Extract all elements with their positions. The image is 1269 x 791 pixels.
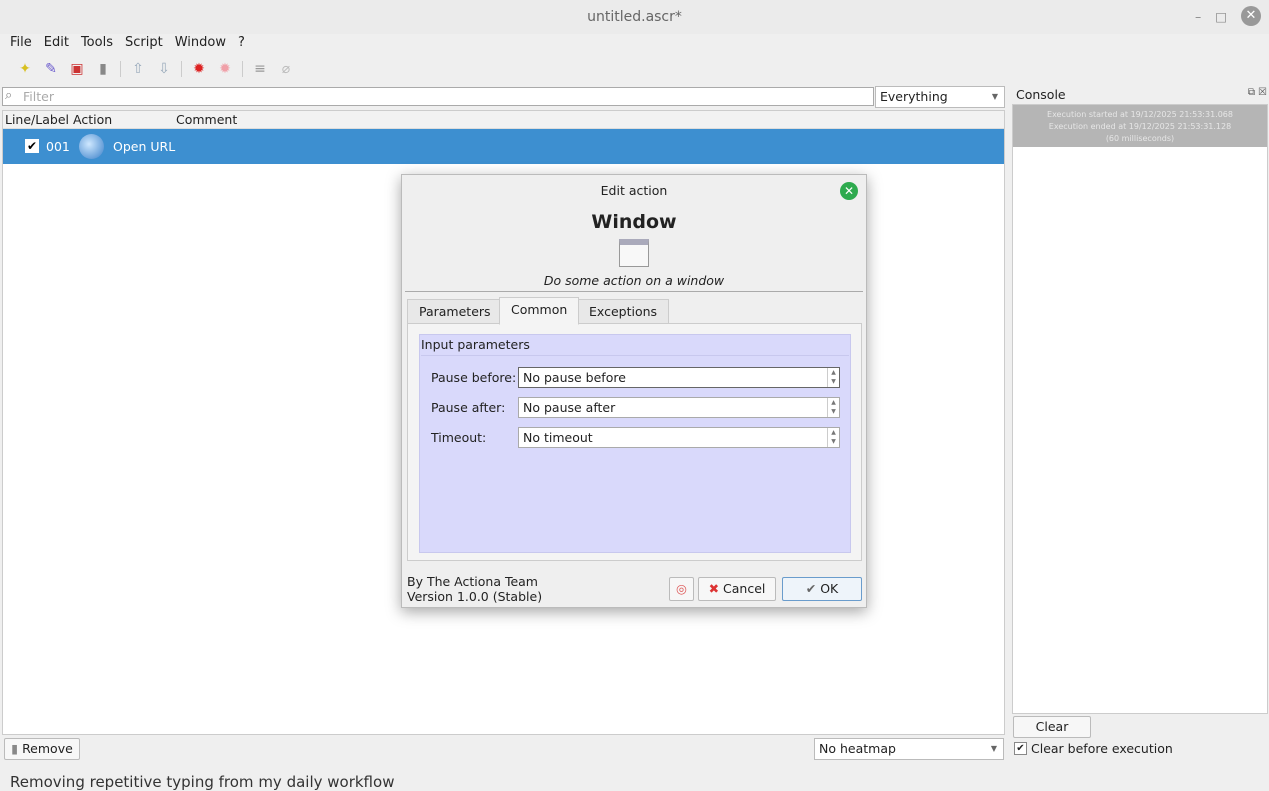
edit-action-dialog: Edit action ✕ Window Do some action on a… [401, 174, 867, 608]
menu-window[interactable]: Window [175, 34, 226, 54]
input-parameters-group: Input parameters Pause before: No pause … [419, 334, 851, 553]
run-selection-icon[interactable]: ✹ [216, 60, 234, 78]
table-row[interactable]: ✔ 001 Open URL [3, 129, 1004, 164]
timeout-input[interactable]: No timeout ▲ ▼ [518, 427, 840, 448]
filter-scope-value: Everything [880, 89, 948, 104]
caption-text: Removing repetitive typing from my daily… [10, 773, 395, 791]
pause-after-value: No pause after [523, 400, 616, 415]
console-line: (60 milliseconds) [1105, 134, 1175, 143]
chevron-down-icon: ▼ [990, 744, 997, 753]
spinner-icon[interactable]: ▲ ▼ [827, 368, 839, 387]
minimize-button[interactable]: – [1195, 9, 1201, 24]
cancel-button[interactable]: ✖ Cancel [698, 577, 776, 601]
table-header: Line/Label Action Comment [3, 111, 1004, 129]
spinner-icon[interactable]: ▲ ▼ [827, 428, 839, 447]
console-output: Execution started at 19/12/2025 21:53:31… [1012, 104, 1268, 714]
menu-file[interactable]: File [10, 34, 32, 54]
pause-before-value: No pause before [523, 370, 626, 385]
pause-before-label: Pause before: [431, 370, 517, 385]
move-up-icon[interactable]: ⇧ [129, 60, 147, 78]
version-text: Version 1.0.0 (Stable) [407, 589, 543, 604]
action-description: Do some action on a window [543, 273, 725, 288]
row-action: Open URL [113, 139, 176, 154]
menu-script[interactable]: Script [125, 34, 163, 54]
list-icon[interactable]: ≡ [251, 60, 269, 78]
menu-help[interactable]: ? [238, 34, 245, 54]
window-icon [619, 239, 649, 267]
pause-after-label: Pause after: [431, 400, 506, 415]
row-enabled-checkbox[interactable]: ✔ [25, 139, 39, 153]
separator [242, 61, 243, 77]
ok-button[interactable]: ✔ OK [782, 577, 862, 601]
tab-parameters[interactable]: Parameters [407, 299, 503, 325]
pause-after-input[interactable]: No pause after ▲ ▼ [518, 397, 840, 418]
dialog-title: Edit action [600, 183, 668, 198]
window-title: untitled.ascr* [587, 9, 682, 25]
attach-icon[interactable]: ⌀ [277, 60, 295, 78]
tab-pane: Input parameters Pause before: No pause … [407, 323, 862, 561]
timeout-label: Timeout: [431, 430, 487, 445]
title-bar: untitled.ascr* [0, 0, 1269, 34]
close-button[interactable]: ✕ [1241, 6, 1261, 26]
column-comment[interactable]: Comment [176, 111, 237, 129]
clear-before-checkbox[interactable]: ✔ [1014, 742, 1027, 755]
new-action-icon[interactable]: ✦ [16, 60, 34, 78]
action-name: Window [591, 211, 677, 233]
clear-before-label: Clear before execution [1031, 741, 1173, 756]
tab-exceptions[interactable]: Exceptions [577, 299, 670, 325]
clear-button[interactable]: Clear [1013, 716, 1091, 738]
separator [120, 61, 121, 77]
toolbar: ✦ ✎ ▣ ▮ ⇧ ⇩ ✹ ✹ ≡ ⌀ [0, 56, 295, 82]
globe-icon [79, 134, 104, 159]
window-controls: – □ ✕ [1195, 6, 1261, 26]
blocks-icon[interactable]: ▣ [68, 60, 86, 78]
float-icon[interactable]: ⧉ [1248, 87, 1255, 98]
chevron-down-icon: ▼ [991, 92, 998, 101]
row-line: 001 [46, 139, 70, 154]
console-message: Execution started at 19/12/2025 21:53:31… [1013, 105, 1267, 147]
column-line-label[interactable]: Line/Label [5, 111, 69, 129]
menu-tools[interactable]: Tools [81, 34, 113, 54]
search-icon: ⌕ [5, 88, 13, 103]
lifebuoy-icon: ◎ [676, 581, 687, 596]
close-icon[interactable]: ☒ [1258, 87, 1267, 98]
menu-bar: File Edit Tools Script Window ? [0, 34, 1269, 54]
pause-before-input[interactable]: No pause before ▲ ▼ [518, 367, 840, 388]
help-button[interactable]: ◎ [669, 577, 694, 601]
heatmap-value: No heatmap [819, 741, 896, 756]
ok-label: OK [820, 581, 839, 596]
column-action[interactable]: Action [73, 111, 112, 129]
divider [405, 291, 863, 292]
heatmap-select[interactable]: No heatmap ▼ [814, 738, 1004, 760]
trash-icon: ▮ [11, 741, 23, 756]
remove-button[interactable]: ▮ Remove [4, 738, 80, 760]
filter-scope-select[interactable]: Everything ▼ [875, 86, 1005, 108]
move-down-icon[interactable]: ⇩ [155, 60, 173, 78]
author-text: By The Actiona Team [407, 574, 538, 589]
edit-action-icon[interactable]: ✎ [42, 60, 60, 78]
console-panel: Console ⧉ ☒ Execution started at 19/12/2… [1012, 86, 1269, 786]
separator [181, 61, 182, 77]
group-title: Input parameters [421, 337, 849, 356]
cancel-label: Cancel [723, 581, 766, 596]
tab-common[interactable]: Common [499, 297, 580, 325]
maximize-button[interactable]: □ [1215, 9, 1227, 24]
timeout-value: No timeout [523, 430, 593, 445]
console-title: Console [1016, 87, 1066, 102]
filter-input[interactable]: Filter [2, 87, 874, 106]
menu-edit[interactable]: Edit [44, 34, 69, 54]
spinner-icon[interactable]: ▲ ▼ [827, 398, 839, 417]
cancel-icon: ✖ [708, 581, 724, 596]
remove-label: Remove [22, 741, 73, 756]
ok-icon: ✔ [805, 581, 821, 596]
console-line: Execution ended at 19/12/2025 21:53:31.1… [1048, 122, 1232, 131]
dialog-footer-info: By The Actiona Team Version 1.0.0 (Stabl… [407, 574, 542, 604]
run-icon[interactable]: ✹ [190, 60, 208, 78]
trash-icon[interactable]: ▮ [94, 60, 112, 78]
console-line: Execution started at 19/12/2025 21:53:31… [1047, 110, 1233, 119]
dialog-close-button[interactable]: ✕ [840, 182, 858, 200]
